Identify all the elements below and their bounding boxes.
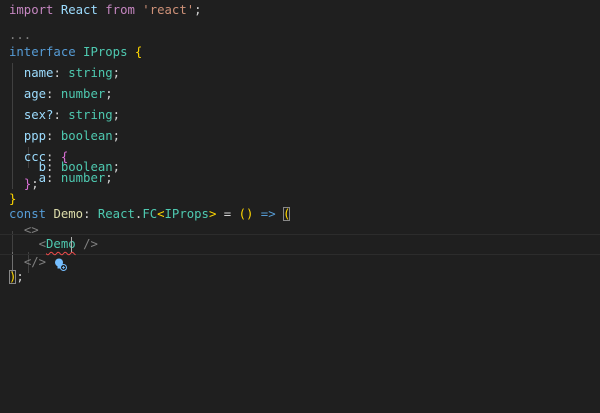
code-line[interactable]: age: number; (0, 84, 600, 105)
token-bracket: > (208, 207, 217, 221)
token-property: name (23, 66, 54, 80)
token-punctuation: ; (112, 160, 121, 174)
token-type: boolean (60, 160, 113, 174)
token-punctuation: ; (112, 108, 121, 122)
token-property: ppp (23, 129, 47, 143)
token-type: string (68, 66, 113, 80)
token-property: sex? (23, 108, 54, 122)
code-line[interactable]: name: string; (0, 63, 600, 84)
token-type: IProps (83, 45, 128, 59)
token-punctuation: : (53, 108, 61, 122)
code-editor[interactable]: import React from 'react'; ... interface… (0, 0, 600, 413)
token-punctuation: : (46, 129, 54, 143)
token-namespace: React (97, 207, 135, 221)
folded-region-ellipsis[interactable]: ... (9, 28, 31, 42)
token-punctuation: : (83, 207, 91, 221)
token-jsx-bracket: < (38, 237, 47, 251)
code-line[interactable]: interface IProps { (0, 42, 600, 63)
token-punctuation: ; (16, 270, 24, 284)
token-punctuation: ; (112, 129, 121, 143)
token-punctuation: ; (194, 3, 202, 17)
token-type: boolean (60, 129, 113, 143)
token-jsx-bracket: /> (83, 237, 98, 251)
code-line[interactable]: import React from 'react'; (0, 0, 600, 21)
code-line[interactable]: ppp: boolean; (0, 126, 600, 147)
token-keyword: const (9, 207, 47, 221)
token-property: age (23, 87, 47, 101)
token-punctuation: ; (105, 87, 113, 101)
token-punctuation: : (46, 160, 54, 174)
token-punctuation: : (53, 66, 61, 80)
token-keyword: interface (9, 45, 76, 59)
token-identifier: Demo (53, 207, 84, 221)
token-string: 'react' (142, 3, 195, 17)
code-line[interactable]: ... (0, 21, 600, 42)
text-cursor (71, 237, 72, 252)
token-type: number (60, 87, 106, 101)
token-punctuation: ; (112, 66, 121, 80)
token-property: b (38, 160, 47, 174)
token-bracket: { (134, 45, 143, 59)
token-bracket: () (238, 207, 254, 221)
token-type: FC (142, 207, 158, 221)
token-type: IProps (164, 207, 209, 221)
token-bracket-matched: ( (283, 207, 291, 221)
token-operator: = (223, 207, 232, 221)
token-keyword: from (105, 3, 135, 17)
token-operator: => (260, 207, 276, 221)
token-type: string (68, 108, 113, 122)
token-keyword: import (9, 3, 54, 17)
token-punctuation: : (46, 87, 54, 101)
token-identifier: React (60, 3, 98, 17)
token-bracket: < (157, 207, 165, 221)
code-line[interactable]: ); (0, 267, 600, 288)
code-line[interactable]: sex?: string; (0, 105, 600, 126)
